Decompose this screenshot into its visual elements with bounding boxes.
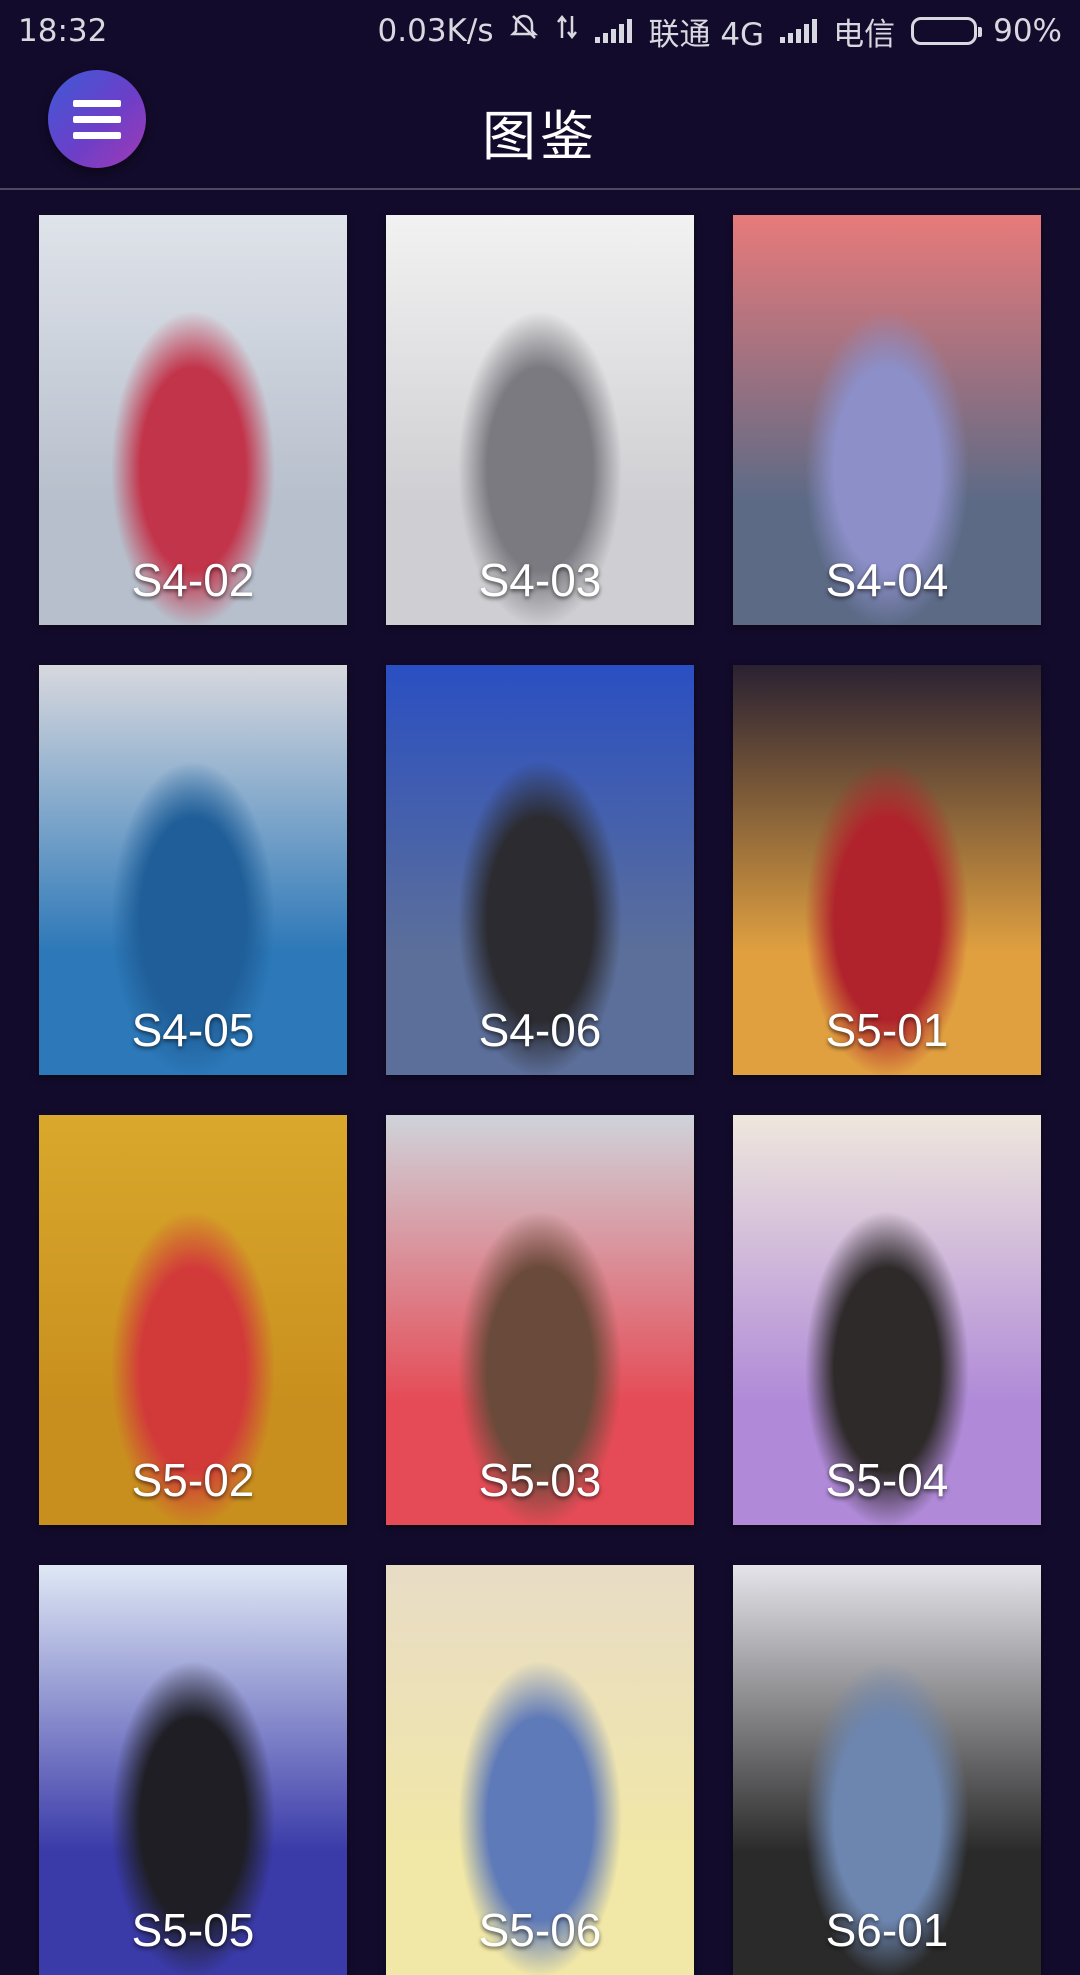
gallery-card[interactable]: S4-05 (39, 665, 347, 1075)
net-speed: 0.03K/s (377, 13, 494, 49)
gallery-card[interactable]: S4-06 (386, 665, 694, 1075)
status-indicators: 0.03K/s 联通 4G 电信 90% (378, 9, 1062, 54)
battery-percent: 90% (993, 13, 1062, 49)
card-label: S4-05 (131, 1004, 255, 1056)
mute-bell-icon (509, 12, 539, 50)
gallery-card[interactable]: S4-03 (386, 215, 694, 625)
gallery-card[interactable]: S5-02 (39, 1115, 347, 1525)
gallery-card[interactable]: S5-04 (733, 1115, 1041, 1525)
card-label: S4-02 (131, 554, 255, 606)
gallery-card[interactable]: S5-05 (39, 1565, 347, 1975)
card-label: S6-01 (825, 1904, 949, 1956)
card-label: S5-02 (131, 1454, 255, 1506)
card-label: S4-04 (825, 554, 949, 606)
card-label: S5-03 (478, 1454, 602, 1506)
battery-icon (911, 17, 983, 45)
card-label: S4-03 (478, 554, 602, 606)
carrier-2: 电信 (833, 16, 896, 53)
card-label: S4-06 (478, 1004, 602, 1056)
signal-icon-2 (780, 19, 818, 43)
status-time: 18:32 (18, 13, 108, 49)
data-transfer-icon (555, 12, 579, 50)
page-title: 图鉴 (482, 105, 598, 168)
card-label: S5-04 (825, 1454, 949, 1506)
card-label: S5-01 (825, 1004, 949, 1056)
status-bar: 18:32 0.03K/s 联通 4G 电信 90% (0, 0, 1080, 62)
signal-icon (595, 19, 633, 43)
gallery-card[interactable]: S4-02 (39, 215, 347, 625)
gallery-card[interactable]: S5-01 (733, 665, 1041, 1075)
gallery-card[interactable]: S6-01 (733, 1565, 1041, 1975)
gallery-card[interactable]: S5-03 (386, 1115, 694, 1525)
carrier-1: 联通 4G (648, 16, 765, 53)
card-label: S5-06 (478, 1904, 602, 1956)
gallery-card[interactable]: S4-04 (733, 215, 1041, 625)
gallery-card[interactable]: S5-06 (386, 1565, 694, 1975)
app-header: 图鉴 (0, 62, 1080, 190)
card-label: S5-05 (131, 1904, 255, 1956)
